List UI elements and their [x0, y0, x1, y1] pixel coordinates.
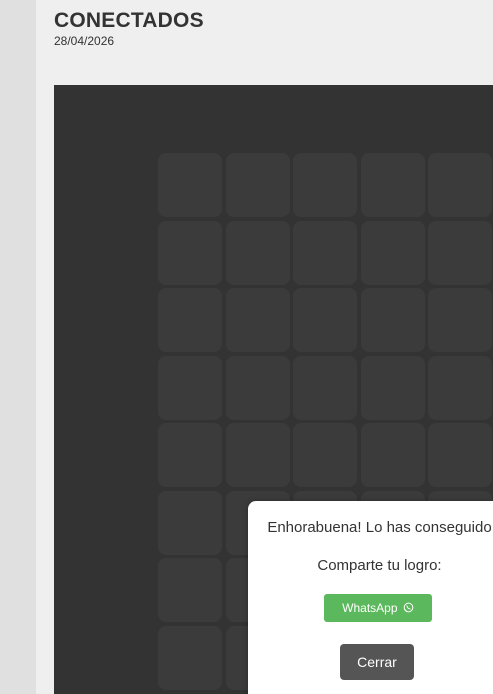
page-title: CONECTADOS: [54, 9, 204, 32]
grid-tile[interactable]: [158, 558, 222, 622]
grid-tile[interactable]: [158, 423, 222, 487]
whatsapp-button-label: WhatsApp: [342, 601, 398, 615]
grid-tile[interactable]: [360, 288, 425, 352]
main-panel: CONECTADOS 28/04/2026 Enhorabuena! Lo ha…: [36, 0, 493, 694]
success-modal: Enhorabuena! Lo has conseguido Comparte …: [248, 501, 493, 694]
grid-tile[interactable]: [293, 288, 357, 352]
grid-tile[interactable]: [225, 220, 290, 285]
grid-tile[interactable]: [428, 423, 492, 487]
grid-tile[interactable]: [158, 625, 222, 690]
grid-tile[interactable]: [360, 153, 425, 217]
share-prompt: Comparte tu logro:: [317, 557, 442, 574]
puzzle-date: 28/04/2026: [54, 34, 115, 48]
grid-tile[interactable]: [225, 355, 290, 420]
grid-tile[interactable]: [158, 153, 222, 217]
grid-tile[interactable]: [360, 423, 425, 487]
grid-tile[interactable]: [293, 153, 357, 217]
grid-tile[interactable]: [225, 423, 290, 487]
grid-tile[interactable]: [158, 288, 222, 352]
close-button[interactable]: Cerrar: [340, 644, 414, 680]
grid-tile[interactable]: [293, 220, 357, 285]
grid-tile[interactable]: [428, 220, 492, 285]
grid-tile[interactable]: [158, 490, 222, 555]
grid-tile[interactable]: [293, 355, 357, 420]
grid-tile[interactable]: [158, 220, 222, 285]
grid-tile[interactable]: [225, 153, 290, 217]
grid-tile[interactable]: [360, 220, 425, 285]
whatsapp-share-button[interactable]: WhatsApp: [324, 594, 432, 622]
grid-tile[interactable]: [360, 355, 425, 420]
left-sidebar-strip: [0, 0, 36, 694]
game-board: Enhorabuena! Lo has conseguido Comparte …: [54, 85, 493, 694]
grid-tile[interactable]: [428, 355, 492, 420]
grid-tile[interactable]: [428, 288, 492, 352]
grid-tile[interactable]: [225, 288, 290, 352]
whatsapp-icon: [403, 602, 414, 613]
page: CONECTADOS 28/04/2026 Enhorabuena! Lo ha…: [0, 0, 493, 694]
grid-tile[interactable]: [293, 423, 357, 487]
grid-tile[interactable]: [158, 355, 222, 420]
grid-tile[interactable]: [428, 153, 492, 217]
success-message: Enhorabuena! Lo has conseguido: [267, 519, 492, 536]
